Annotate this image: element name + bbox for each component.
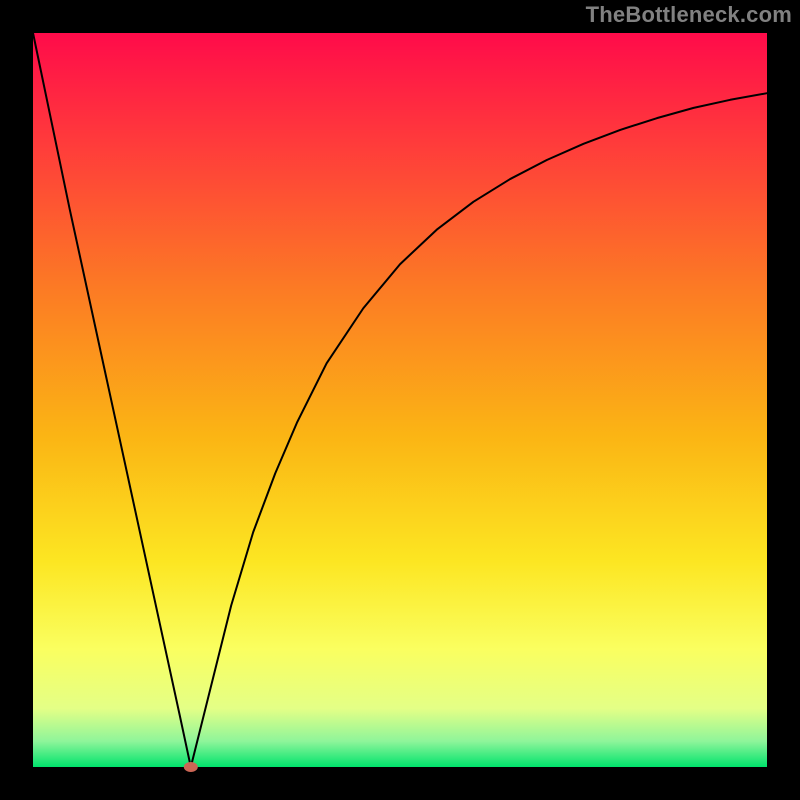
optimum-marker — [184, 762, 198, 772]
chart-frame: TheBottleneck.com — [0, 0, 800, 800]
watermark-text: TheBottleneck.com — [586, 2, 792, 28]
bottleneck-chart — [0, 0, 800, 800]
chart-background — [33, 33, 767, 767]
